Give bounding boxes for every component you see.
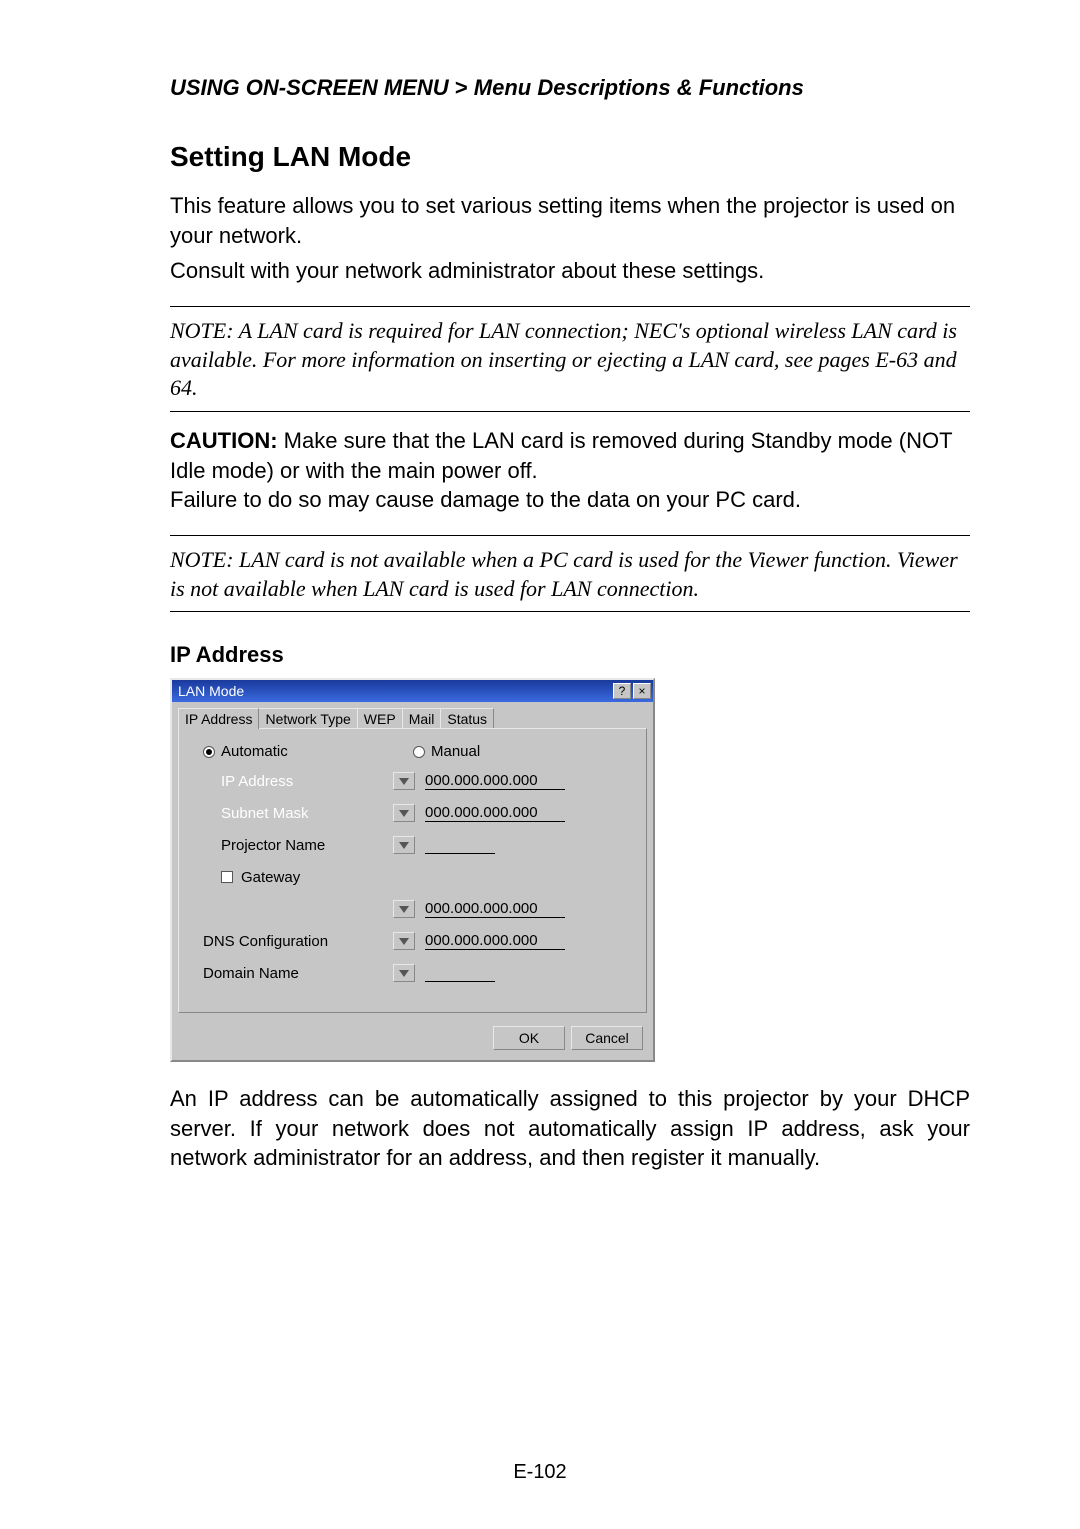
chevron-down-icon — [399, 938, 409, 945]
tab-panel-ip: Automatic Manual IP Address 000.000.000.… — [178, 728, 647, 1013]
chevron-down-icon — [399, 842, 409, 849]
breadcrumb: USING ON-SCREEN MENU > Menu Descriptions… — [170, 75, 970, 101]
tab-network-type[interactable]: Network Type — [258, 708, 357, 729]
subnet-mask-label: Subnet Mask — [203, 805, 393, 822]
divider — [170, 611, 970, 612]
tab-mail[interactable]: Mail — [402, 708, 442, 729]
divider — [170, 411, 970, 412]
gateway-label: Gateway — [241, 869, 300, 886]
chevron-down-icon — [399, 778, 409, 785]
ok-button[interactable]: OK — [493, 1026, 565, 1050]
projector-name-dropdown[interactable] — [393, 836, 415, 854]
chevron-down-icon — [399, 906, 409, 913]
intro-para-1: This feature allows you to set various s… — [170, 191, 970, 250]
note-1: NOTE: A LAN card is required for LAN con… — [170, 317, 970, 403]
subnet-mask-dropdown[interactable] — [393, 804, 415, 822]
tab-ip-address[interactable]: IP Address — [178, 708, 259, 729]
tab-wep[interactable]: WEP — [357, 708, 403, 729]
radio-manual[interactable]: Manual — [413, 743, 480, 760]
dns-config-dropdown[interactable] — [393, 932, 415, 950]
divider — [170, 306, 970, 307]
gateway-dropdown[interactable] — [393, 900, 415, 918]
domain-name-label: Domain Name — [203, 965, 393, 982]
breadcrumb-separator: > — [455, 75, 468, 100]
page-number: E-102 — [0, 1461, 1080, 1484]
radio-automatic[interactable]: Automatic — [203, 743, 413, 760]
caution-text-1: Make sure that the LAN card is removed d… — [170, 428, 952, 483]
chevron-down-icon — [399, 970, 409, 977]
ip-address-dropdown[interactable] — [393, 772, 415, 790]
tab-status[interactable]: Status — [440, 708, 494, 729]
tab-strip: IP Address Network Type WEP Mail Status — [178, 708, 647, 729]
divider — [170, 535, 970, 536]
caution-text-2: Failure to do so may cause damage to the… — [170, 485, 970, 515]
dns-config-value[interactable]: 000.000.000.000 — [425, 932, 565, 950]
gateway-value[interactable]: 000.000.000.000 — [425, 900, 565, 918]
dialog-titlebar: LAN Mode ? × — [172, 680, 653, 702]
caution-block: CAUTION: Make sure that the LAN card is … — [170, 426, 970, 485]
close-button[interactable]: × — [633, 683, 651, 699]
projector-name-value[interactable] — [425, 836, 495, 854]
description-para: An IP address can be automatically assig… — [170, 1084, 970, 1173]
radio-icon — [203, 746, 215, 758]
section-heading-ip: IP Address — [170, 642, 970, 668]
lan-mode-dialog: LAN Mode ? × IP Address Network Type WEP… — [170, 678, 655, 1062]
note-2: NOTE: LAN card is not available when a P… — [170, 546, 970, 603]
domain-name-dropdown[interactable] — [393, 964, 415, 982]
subnet-mask-value[interactable]: 000.000.000.000 — [425, 804, 565, 822]
dialog-title: LAN Mode — [178, 683, 611, 699]
radio-manual-label: Manual — [431, 743, 480, 760]
radio-automatic-label: Automatic — [221, 743, 288, 760]
gateway-checkbox[interactable] — [221, 871, 233, 883]
projector-name-label: Projector Name — [203, 837, 393, 854]
breadcrumb-sub: Menu Descriptions & Functions — [474, 75, 804, 100]
ip-address-value[interactable]: 000.000.000.000 — [425, 772, 565, 790]
chevron-down-icon — [399, 810, 409, 817]
dns-config-label: DNS Configuration — [203, 933, 393, 950]
intro-para-2: Consult with your network administrator … — [170, 256, 970, 286]
page-title: Setting LAN Mode — [170, 141, 970, 173]
caution-label: CAUTION: — [170, 428, 278, 453]
radio-icon — [413, 746, 425, 758]
help-button[interactable]: ? — [613, 683, 631, 699]
breadcrumb-section: USING ON-SCREEN MENU — [170, 75, 449, 100]
ip-address-label: IP Address — [203, 773, 393, 790]
dialog-button-bar: OK Cancel — [172, 1020, 653, 1060]
cancel-button[interactable]: Cancel — [571, 1026, 643, 1050]
domain-name-value[interactable] — [425, 964, 495, 982]
